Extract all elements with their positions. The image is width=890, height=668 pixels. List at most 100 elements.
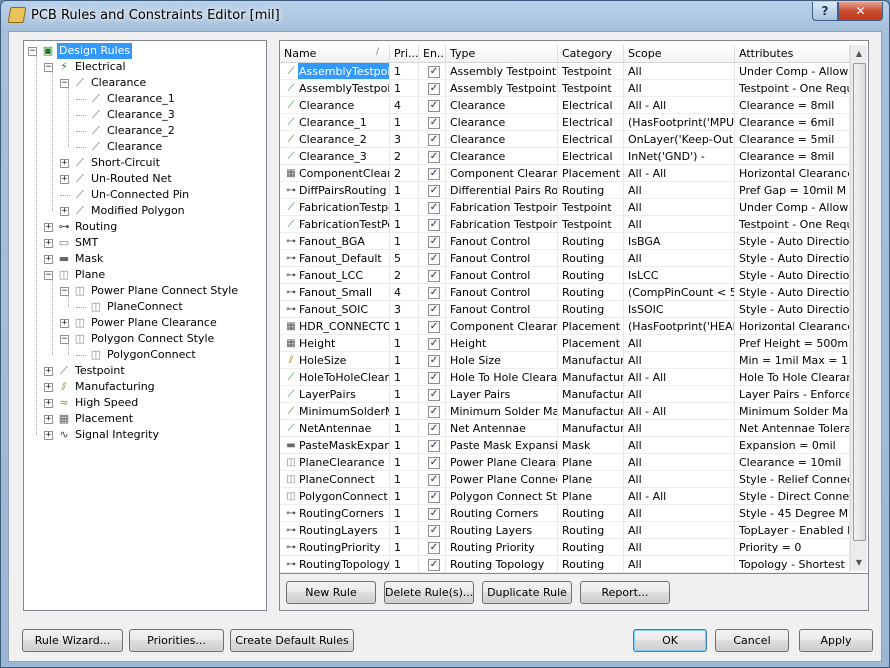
cell-category[interactable]: Plane — [558, 488, 624, 505]
cell-category[interactable]: Routing — [558, 539, 624, 556]
expand-icon[interactable]: + — [44, 223, 53, 232]
close-button[interactable]: ✕ — [838, 2, 883, 21]
tree-clearance-2[interactable]: ⟋ Clearance_2 — [24, 123, 264, 139]
table-row[interactable]: ⟋ Clearance 4 ✓ Clearance Electrical All - All… — [280, 97, 850, 114]
cell-name[interactable]: ▦ComponentClearance — [280, 165, 390, 182]
cell-scope[interactable]: All — [624, 199, 735, 216]
cell-priority[interactable]: 5 — [390, 250, 419, 267]
expand-icon[interactable]: + — [44, 255, 53, 264]
cell-scope[interactable]: IsBGA — [624, 233, 735, 250]
cancel-button[interactable]: Cancel — [715, 629, 789, 652]
cell-attributes[interactable]: Hole To Hole Clearan — [735, 369, 850, 386]
cell-attributes[interactable]: Net Antennae Toleran — [735, 420, 850, 437]
title-bar[interactable]: PCB Rules and Constraints Editor [mil] ?… — [1, 1, 889, 31]
rule-name[interactable]: Clearance_3 — [298, 148, 368, 164]
cell-name[interactable]: ⊶ Fanout_Small — [280, 284, 390, 301]
rule-name[interactable]: Fanout_Small — [298, 284, 373, 300]
cell-scope[interactable]: OnLayer('Keep-Out — [624, 131, 735, 148]
table-row[interactable]: ⊶ Fanout_BGA 1 ✓ Fanout Control Routing IsBGA S… — [280, 233, 850, 250]
cell-category[interactable]: Routing — [558, 250, 624, 267]
rule-name[interactable]: NetAntennae — [298, 420, 372, 436]
cell-priority[interactable]: 4 — [390, 97, 419, 114]
enabled-checkbox[interactable]: ✓ — [428, 151, 440, 163]
enabled-checkbox[interactable]: ✓ — [428, 542, 440, 554]
cell-category[interactable]: Manufacturi — [558, 352, 624, 369]
cell-category[interactable]: Manufacturi — [558, 386, 624, 403]
cell-name[interactable]: ⟋ Clearance_1 — [280, 114, 390, 131]
tree-signal-integrity[interactable]: + ∿ Signal Integrity — [24, 427, 264, 443]
cell-priority[interactable]: 1 — [390, 522, 419, 539]
scroll-up-arrow-icon[interactable]: ▲ — [851, 45, 867, 62]
enabled-checkbox[interactable]: ✓ — [428, 423, 440, 435]
rule-wizard-button[interactable]: Rule Wizard... — [22, 629, 123, 652]
rule-name[interactable]: MinimumSolderMa — [298, 403, 389, 419]
cell-category[interactable]: Electrical — [558, 148, 624, 165]
enabled-checkbox[interactable]: ✓ — [428, 474, 440, 486]
cell-category[interactable]: Manufacturi — [558, 420, 624, 437]
cell-attributes[interactable]: TopLayer - Enabled In — [735, 522, 850, 539]
tree-placement[interactable]: + ▦ Placement — [24, 411, 264, 427]
enabled-checkbox[interactable]: ✓ — [428, 185, 440, 197]
cell-name[interactable]: ⟋ FabricationTestPoi — [280, 216, 390, 233]
expand-icon[interactable]: + — [44, 431, 53, 440]
enabled-checkbox[interactable]: ✓ — [428, 202, 440, 214]
expand-icon[interactable]: + — [60, 207, 69, 216]
cell-type[interactable]: Power Plane Connect — [446, 471, 558, 488]
cell-type[interactable]: Assembly Testpoint U — [446, 80, 558, 97]
cell-attributes[interactable]: Testpoint - One Requ — [735, 80, 850, 97]
rules-tree[interactable]: − ▣ Design Rules − ⚡ Electrical − ⟋ Clearance ⟋ Cl… — [23, 40, 267, 611]
table-row[interactable]: ⟋AssemblyTestpointU1 ✓ Assembly Testpoint … — [280, 80, 850, 97]
cell-priority[interactable]: 1 — [390, 233, 419, 250]
table-row[interactable]: ▦ComponentClearance2 ✓ Component Clearance… — [280, 165, 850, 182]
enabled-checkbox[interactable]: ✓ — [428, 355, 440, 367]
table-row[interactable]: ⟋HoleToHoleClearan1 ✓ Hole To Hole Clearan… — [280, 369, 850, 386]
cell-scope[interactable]: IsSOIC — [624, 301, 735, 318]
expand-icon[interactable]: + — [60, 319, 69, 328]
table-row[interactable]: ⊶ Fanout_SOIC 3 ✓ Fanout Control Routing IsSOI… — [280, 301, 850, 318]
rule-name[interactable]: PasteMaskExpansi — [298, 437, 389, 453]
tree-power-plane-connect-style[interactable]: − ◫ Power Plane Connect Style — [24, 283, 264, 299]
cell-priority[interactable]: 1 — [390, 437, 419, 454]
table-row[interactable]: ⊶ RoutingPriority 1 ✓ Routing Priority Routin… — [280, 539, 850, 556]
enabled-checkbox[interactable]: ✓ — [428, 117, 440, 129]
cell-attributes[interactable]: Horizontal Clearance — [735, 165, 850, 182]
cell-name[interactable]: ⊶ DiffPairsRouting — [280, 182, 390, 199]
cell-scope[interactable]: All — [624, 352, 735, 369]
cell-category[interactable]: Routing — [558, 233, 624, 250]
table-row[interactable]: ⟋ Clearance_1 1 ✓ Clearance Electrical (HasFoo… — [280, 114, 850, 131]
rule-name[interactable]: Clearance — [298, 97, 355, 113]
cell-type[interactable]: Fanout Control — [446, 250, 558, 267]
cell-type[interactable]: Polygon Connect Sty — [446, 488, 558, 505]
rule-name[interactable]: FabricationTestpoint — [298, 199, 389, 215]
cell-type[interactable]: Clearance — [446, 131, 558, 148]
cell-category[interactable]: Routing — [558, 505, 624, 522]
cell-category[interactable]: Testpoint — [558, 216, 624, 233]
rule-name[interactable]: Height — [298, 335, 336, 351]
cell-scope[interactable]: All — [624, 539, 735, 556]
tree-polygon-connect-style[interactable]: − ◫ Polygon Connect Style — [24, 331, 264, 347]
cell-priority[interactable]: 1 — [390, 352, 419, 369]
cell-category[interactable]: Plane — [558, 471, 624, 488]
cell-type[interactable]: Routing Priority — [446, 539, 558, 556]
cell-priority[interactable]: 2 — [390, 165, 419, 182]
cell-priority[interactable]: 1 — [390, 420, 419, 437]
cell-name[interactable]: ⟋FabricationTestpoint — [280, 199, 390, 216]
cell-type[interactable]: Minimum Solder Mask — [446, 403, 558, 420]
tree-power-plane-clearance[interactable]: + ◫ Power Plane Clearance — [24, 315, 264, 331]
cell-attributes[interactable]: Testpoint - One Requ — [735, 216, 850, 233]
enabled-checkbox[interactable]: ✓ — [428, 508, 440, 520]
table-row[interactable]: ⟋ LayerPairs 1 ✓ Layer Pairs Manufacturi All La… — [280, 386, 850, 403]
column-header-priority[interactable]: Pri... — [390, 45, 419, 63]
rule-name[interactable]: AssemblyTestpointU — [298, 80, 389, 96]
tree-clearance[interactable]: ⟋ Clearance — [24, 139, 264, 155]
cell-category[interactable]: Routing — [558, 301, 624, 318]
cell-priority[interactable]: 1 — [390, 386, 419, 403]
enabled-checkbox[interactable]: ✓ — [428, 83, 440, 95]
tree-short-circuit[interactable]: + ⟋ Short-Circuit — [24, 155, 264, 171]
cell-type[interactable]: Clearance — [446, 114, 558, 131]
enabled-checkbox[interactable]: ✓ — [428, 559, 440, 571]
enabled-checkbox[interactable]: ✓ — [428, 304, 440, 316]
cell-name[interactable]: ▦ Height — [280, 335, 390, 352]
cell-name[interactable]: ◫ PlaneClearance — [280, 454, 390, 471]
cell-type[interactable]: Differential Pairs Rou — [446, 182, 558, 199]
